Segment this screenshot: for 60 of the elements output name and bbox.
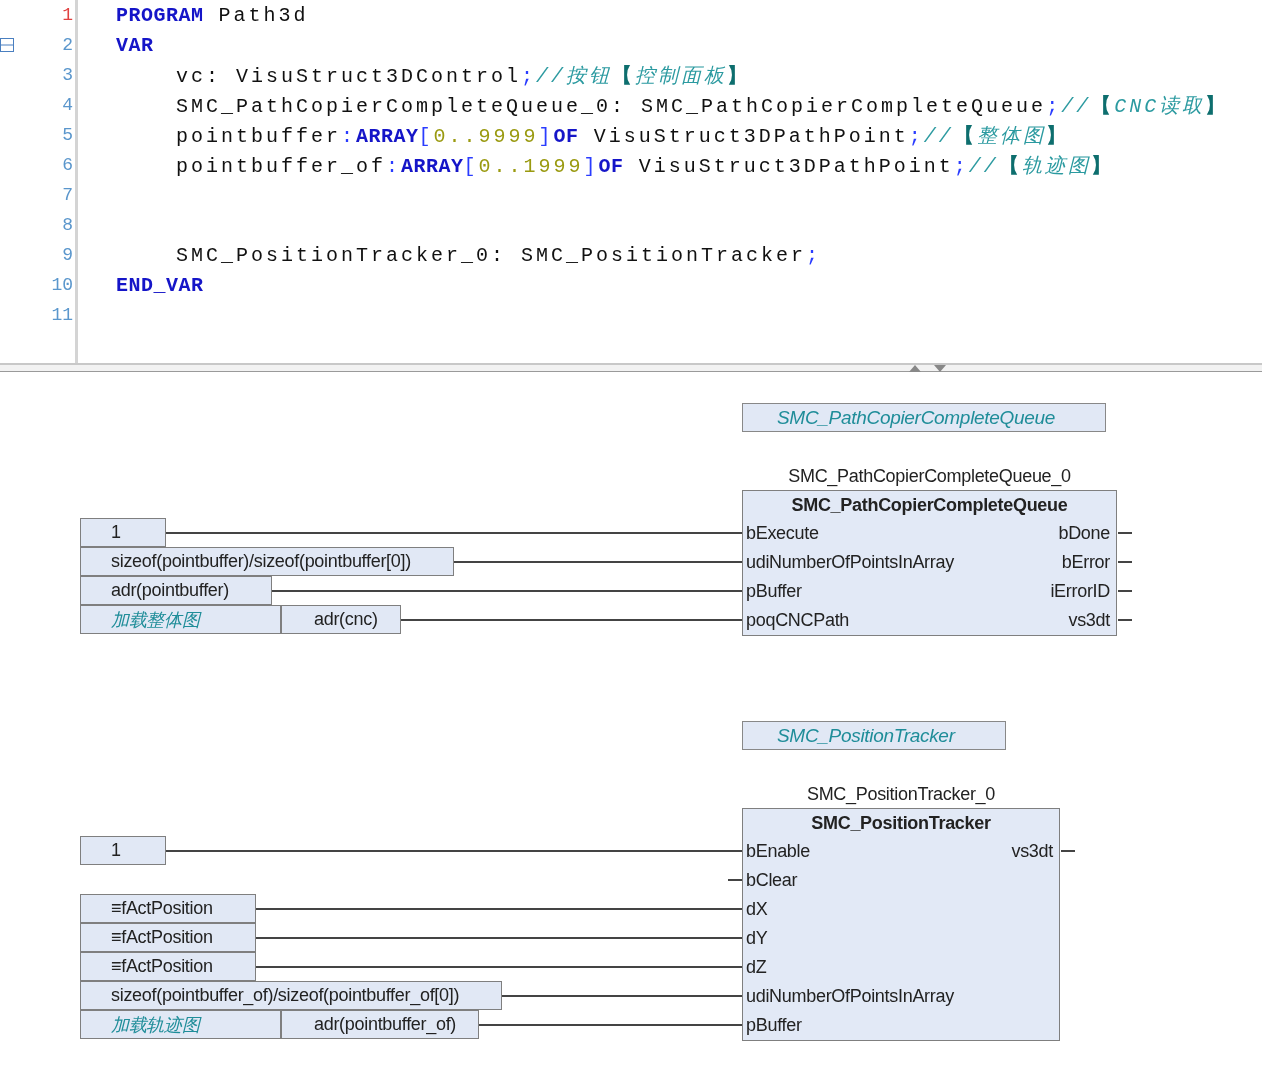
input-value[interactable]: adr(pointbuffer_of): [281, 1010, 480, 1039]
line-number: 8: [61, 215, 74, 235]
input-pin: udiNumberOfPointsInArray: [746, 552, 954, 573]
input-value[interactable]: ≡fActPosition: [80, 923, 256, 952]
wire: [1061, 850, 1075, 852]
output-pin: vs3dt: [1068, 610, 1110, 631]
code-line: VAR: [116, 33, 154, 57]
input-value[interactable]: adr(pointbuffer): [80, 576, 272, 605]
code-line: pointbuffer:ARRAY[0..9999]OF VisuStruct3DPathPoint;//【整体图】: [176, 123, 1069, 149]
output-pin: vs3dt: [1011, 841, 1053, 862]
line-number: 11: [50, 305, 74, 325]
instance-name: SMC_PathCopierCompleteQueue_0: [788, 466, 1071, 487]
line-number: 7: [61, 185, 74, 205]
line-number: 9: [61, 245, 74, 265]
input-pin: pBuffer: [746, 581, 802, 602]
line-number: 6: [61, 155, 74, 175]
down-arrow-icon[interactable]: [934, 364, 946, 372]
input-value[interactable]: sizeof(pointbuffer)/sizeof(pointbuffer[0]): [80, 547, 454, 576]
input-value[interactable]: ≡fActPosition: [80, 952, 256, 981]
wire: [1118, 590, 1132, 592]
line-number: 3: [61, 65, 74, 85]
line-number: 1: [61, 5, 74, 25]
code-line: SMC_PositionTracker_0: SMC_PositionTracker;: [176, 243, 822, 267]
wire: [1118, 619, 1132, 621]
code-line: vc: VisuStruct3DControl;//按钮【控制面板】: [176, 63, 751, 89]
input-value[interactable]: ≡fActPosition: [80, 894, 256, 923]
input-pin: udiNumberOfPointsInArray: [746, 986, 954, 1007]
block-title: SMC_PositionTracker: [810, 811, 992, 835]
input-pin: bExecute: [746, 523, 819, 544]
line-number: 2: [61, 35, 74, 55]
output-pin: bDone: [1058, 523, 1110, 544]
code-line: pointbuffer_of:ARRAY[0..1999]OF VisuStruct3DPathPoint;//【轨迹图】: [176, 153, 1114, 179]
input-pin: dY: [746, 928, 768, 949]
input-value[interactable]: 1: [80, 836, 166, 865]
input-value[interactable]: sizeof(pointbuffer_of)/sizeof(pointbuffer_of[0]): [80, 981, 503, 1010]
input-value[interactable]: adr(cnc): [281, 605, 401, 634]
input-pin: bClear: [746, 870, 798, 891]
line-number: 10: [50, 275, 74, 295]
instance-name: SMC_PositionTracker_0: [806, 784, 996, 805]
input-pin: dZ: [746, 957, 767, 978]
output-pin: iErrorID: [1050, 581, 1110, 602]
code-line: END_VAR: [116, 273, 204, 297]
input-pin: pBuffer: [746, 1015, 802, 1036]
wire: [1118, 532, 1132, 534]
block-title: SMC_PathCopierCompleteQueue: [790, 493, 1069, 517]
input-pin: bEnable: [746, 841, 810, 862]
code-line: SMC_PathCopierCompleteQueue_0: SMC_PathCopierCompleteQueue;//【CNC读取】: [176, 93, 1229, 119]
comment-label: 加载整体图: [80, 605, 281, 634]
comment-label: 加载轨迹图: [80, 1010, 281, 1039]
wire: [728, 878, 742, 881]
line-number: 5: [61, 125, 74, 145]
wire: [1118, 561, 1132, 563]
input-pin: poqCNCPath: [746, 610, 850, 631]
collapse-icon[interactable]: [0, 38, 14, 52]
up-arrow-icon[interactable]: [909, 364, 921, 372]
code-line: PROGRAM Path3d: [116, 3, 309, 27]
input-value[interactable]: 1: [80, 518, 166, 547]
input-pin: dX: [746, 899, 768, 920]
line-number: 4: [61, 95, 74, 115]
output-pin: bError: [1061, 552, 1110, 573]
